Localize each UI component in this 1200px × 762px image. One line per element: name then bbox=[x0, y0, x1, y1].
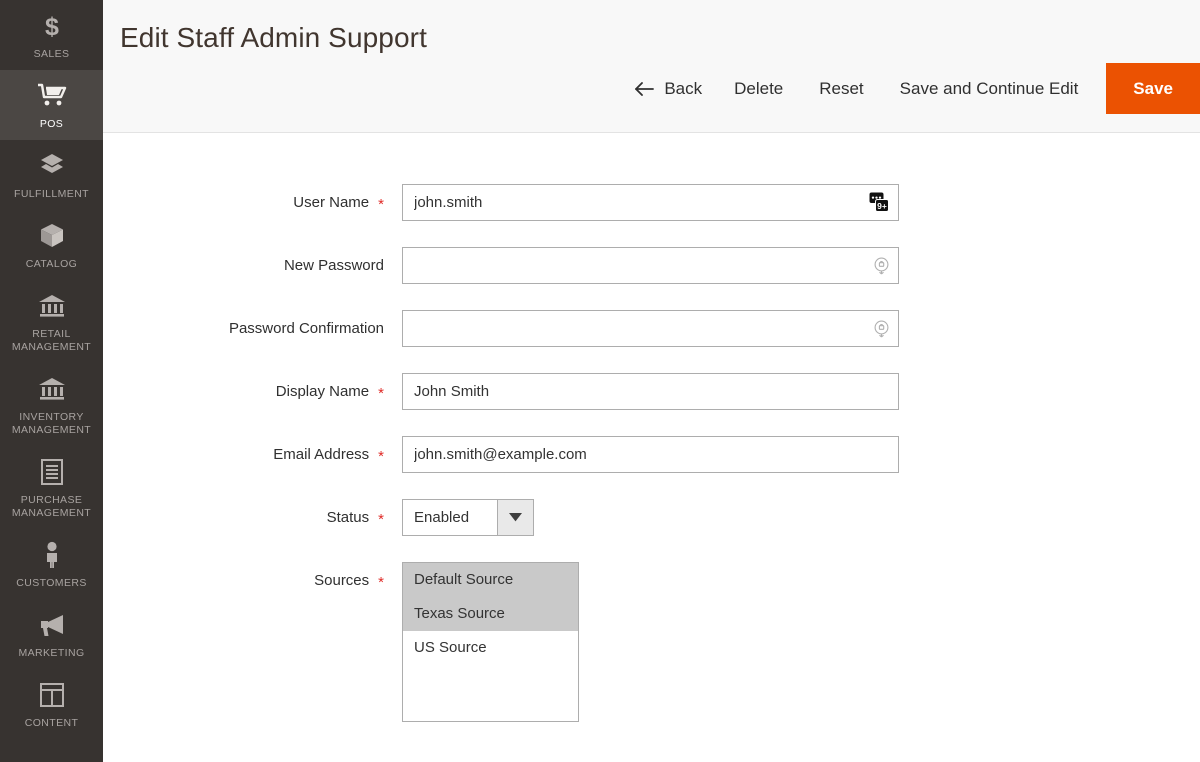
user-name-label: User Name bbox=[293, 194, 369, 211]
primary-sidebar: $ SALES POS FULFILLMENT bbox=[0, 0, 103, 762]
sidebar-item-label: SALES bbox=[34, 48, 70, 61]
new-password-label-group: New Password bbox=[103, 247, 384, 274]
chevron-down-icon bbox=[497, 500, 533, 535]
email-address-control bbox=[402, 436, 899, 473]
required-marker: * bbox=[378, 512, 384, 527]
sidebar-item-label: FULFILLMENT bbox=[14, 188, 89, 201]
shopping-cart-icon bbox=[37, 81, 67, 111]
person-icon bbox=[42, 540, 62, 570]
delete-button-label: Delete bbox=[734, 79, 783, 99]
sidebar-item-marketing[interactable]: MARKETING bbox=[0, 599, 103, 669]
sidebar-item-inventory-management[interactable]: INVENTORY MANAGEMENT bbox=[0, 363, 103, 446]
new-password-input[interactable] bbox=[402, 247, 899, 284]
dollar-icon: $ bbox=[42, 11, 62, 41]
status-label-group: Status * bbox=[103, 499, 384, 526]
sources-option[interactable]: Texas Source bbox=[403, 597, 578, 631]
layout-panels-icon bbox=[39, 680, 65, 710]
sidebar-item-fulfillment[interactable]: FULFILLMENT bbox=[0, 140, 103, 210]
password-key-icon[interactable] bbox=[872, 256, 891, 275]
required-marker: * bbox=[378, 386, 384, 401]
save-button[interactable]: Save bbox=[1106, 63, 1200, 114]
sidebar-item-sales[interactable]: $ SALES bbox=[0, 0, 103, 70]
sources-control: Default Source Texas Source US Source bbox=[402, 562, 579, 722]
required-marker: * bbox=[378, 197, 384, 212]
delete-button[interactable]: Delete bbox=[716, 63, 801, 114]
reset-button[interactable]: Reset bbox=[801, 63, 881, 114]
field-row-sources: Sources * Default Source Texas Source US… bbox=[103, 562, 1200, 722]
sources-label: Sources bbox=[314, 572, 369, 589]
sidebar-item-content[interactable]: CONTENT bbox=[0, 669, 103, 739]
sidebar-item-label: POS bbox=[40, 118, 63, 131]
staff-edit-form: User Name * 9+ bbox=[103, 133, 1200, 722]
password-confirmation-input[interactable] bbox=[402, 310, 899, 347]
sidebar-item-label: INVENTORY MANAGEMENT bbox=[12, 411, 91, 437]
back-button-label: Back bbox=[664, 79, 702, 99]
sidebar-item-label: CATALOG bbox=[26, 258, 77, 271]
display-name-input[interactable] bbox=[402, 373, 899, 410]
password-confirmation-label-group: Password Confirmation bbox=[103, 310, 384, 337]
fulfillment-boxes-icon bbox=[37, 151, 67, 181]
svg-text:9+: 9+ bbox=[877, 201, 887, 211]
required-marker: * bbox=[378, 575, 384, 590]
email-address-input[interactable] bbox=[402, 436, 899, 473]
megaphone-icon bbox=[37, 610, 67, 640]
document-lines-icon bbox=[40, 457, 64, 487]
sidebar-item-label: CONTENT bbox=[25, 717, 79, 730]
password-confirmation-control bbox=[402, 310, 899, 347]
password-key-icon[interactable] bbox=[872, 319, 891, 338]
sidebar-item-catalog[interactable]: CATALOG bbox=[0, 210, 103, 280]
password-confirmation-label: Password Confirmation bbox=[229, 320, 384, 337]
status-control: Enabled bbox=[402, 499, 534, 536]
reset-button-label: Reset bbox=[819, 79, 863, 99]
page-header: Edit Staff Admin Support Back Delete bbox=[103, 0, 1200, 133]
new-password-control bbox=[402, 247, 899, 284]
main-content: Edit Staff Admin Support Back Delete bbox=[103, 0, 1200, 762]
field-row-display-name: Display Name * bbox=[103, 373, 1200, 410]
sidebar-item-purchase-management[interactable]: PURCHASE MANAGEMENT bbox=[0, 446, 103, 529]
back-button[interactable]: Back bbox=[624, 63, 716, 114]
new-password-label: New Password bbox=[284, 257, 384, 274]
user-name-input[interactable] bbox=[402, 184, 899, 221]
sidebar-item-label: RETAIL MANAGEMENT bbox=[12, 328, 91, 354]
required-marker: * bbox=[378, 449, 384, 464]
sidebar-item-label: CUSTOMERS bbox=[16, 577, 87, 590]
email-address-label: Email Address bbox=[273, 446, 369, 463]
display-name-label: Display Name bbox=[276, 383, 369, 400]
field-row-new-password: New Password bbox=[103, 247, 1200, 284]
sidebar-item-label: PURCHASE MANAGEMENT bbox=[12, 494, 91, 520]
sources-label-group: Sources * bbox=[103, 562, 384, 589]
user-name-label-group: User Name * bbox=[103, 184, 384, 211]
email-address-label-group: Email Address * bbox=[103, 436, 384, 463]
sources-option[interactable]: Default Source bbox=[403, 563, 578, 597]
sidebar-item-pos[interactable]: POS bbox=[0, 70, 103, 140]
status-select-value: Enabled bbox=[403, 500, 497, 535]
svg-text:$: $ bbox=[45, 13, 59, 39]
save-and-continue-edit-button[interactable]: Save and Continue Edit bbox=[882, 63, 1097, 114]
sidebar-item-customers[interactable]: CUSTOMERS bbox=[0, 529, 103, 599]
bank-columns-icon bbox=[37, 374, 67, 404]
save-and-continue-edit-button-label: Save and Continue Edit bbox=[900, 79, 1079, 99]
field-row-password-confirmation: Password Confirmation bbox=[103, 310, 1200, 347]
page-title: Edit Staff Admin Support bbox=[120, 22, 427, 54]
sources-option[interactable]: US Source bbox=[403, 631, 578, 665]
sidebar-item-retail-management[interactable]: RETAIL MANAGEMENT bbox=[0, 280, 103, 363]
sources-multiselect[interactable]: Default Source Texas Source US Source bbox=[402, 562, 579, 722]
display-name-control bbox=[402, 373, 899, 410]
password-manager-badge-icon[interactable]: 9+ bbox=[869, 192, 891, 214]
status-label: Status bbox=[327, 509, 370, 526]
save-button-label: Save bbox=[1133, 79, 1173, 99]
bank-columns-icon bbox=[37, 291, 67, 321]
page-actions-toolbar: Back Delete Reset Save and Continue Edit… bbox=[624, 63, 1200, 114]
field-row-user-name: User Name * 9+ bbox=[103, 184, 1200, 221]
status-select[interactable]: Enabled bbox=[402, 499, 534, 536]
sidebar-item-label: MARKETING bbox=[18, 647, 84, 660]
admin-page: $ SALES POS FULFILLMENT bbox=[0, 0, 1200, 762]
box-icon bbox=[38, 221, 66, 251]
field-row-email-address: Email Address * bbox=[103, 436, 1200, 473]
field-row-status: Status * Enabled bbox=[103, 499, 1200, 536]
user-name-control: 9+ bbox=[402, 184, 899, 221]
arrow-left-icon bbox=[634, 81, 655, 97]
display-name-label-group: Display Name * bbox=[103, 373, 384, 400]
